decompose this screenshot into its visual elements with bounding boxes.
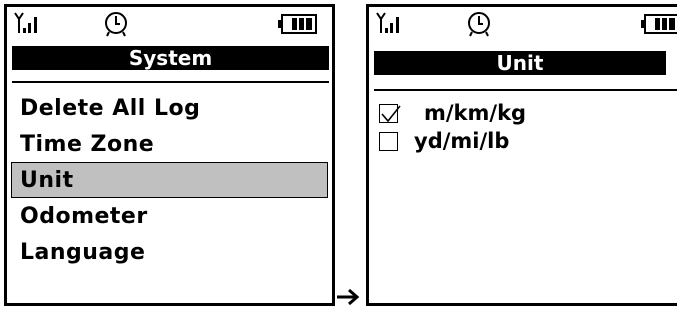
option-metric[interactable]: m/km/kg xyxy=(379,99,526,127)
right-arrow-icon xyxy=(337,289,360,305)
option-imperial[interactable]: yd/mi/lb xyxy=(379,127,526,155)
screen-title: Unit xyxy=(374,51,666,75)
menu-item-language[interactable]: Language xyxy=(11,234,328,270)
menu-item-odometer[interactable]: Odometer xyxy=(11,198,328,234)
menu-item-time-zone[interactable]: Time Zone xyxy=(11,126,328,162)
menu-item-unit[interactable]: Unit xyxy=(11,162,328,198)
screen-title: System xyxy=(12,46,329,70)
system-menu: Delete All Log Time Zone Unit Odometer L… xyxy=(7,90,332,270)
unit-options: m/km/kg yd/mi/lb xyxy=(379,99,526,155)
battery-full-icon xyxy=(278,14,317,34)
option-label: yd/mi/lb xyxy=(414,129,510,153)
alarm-clock-icon xyxy=(468,12,490,37)
signal-strength-icon xyxy=(14,12,37,33)
alarm-clock-icon xyxy=(105,12,127,37)
status-bar xyxy=(369,7,677,41)
metric-checkbox[interactable] xyxy=(379,103,401,123)
title-divider xyxy=(12,81,329,83)
title-divider xyxy=(374,89,677,91)
battery-full-icon xyxy=(641,14,677,34)
status-bar xyxy=(7,7,332,41)
imperial-checkbox[interactable] xyxy=(379,131,398,151)
signal-strength-icon xyxy=(376,12,399,33)
option-label: m/km/kg xyxy=(424,101,527,125)
checkmark-icon xyxy=(381,105,401,122)
system-menu-screen: System Delete All Log Time Zone Unit Odo… xyxy=(4,4,335,306)
menu-item-delete-all-log[interactable]: Delete All Log xyxy=(11,90,328,126)
unit-settings-screen: Unit m/km/kg yd/mi/lb xyxy=(366,4,677,306)
